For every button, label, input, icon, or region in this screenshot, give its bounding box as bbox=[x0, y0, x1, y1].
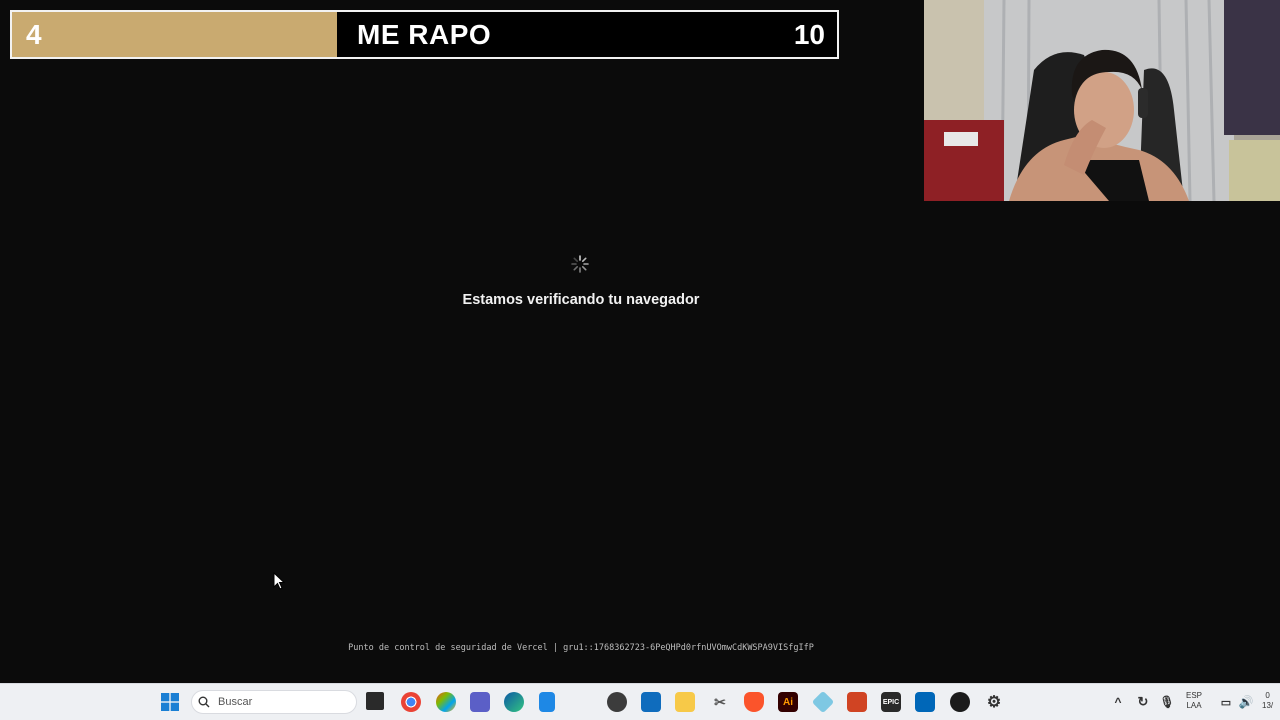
microsoft-store-icon[interactable] bbox=[915, 692, 935, 712]
chrome-icon[interactable] bbox=[401, 692, 421, 712]
copilot-icon[interactable] bbox=[436, 692, 456, 712]
obs-icon[interactable] bbox=[950, 692, 970, 712]
task-view-icon[interactable] bbox=[366, 692, 384, 710]
clock[interactable]: 0 13/ bbox=[1262, 691, 1273, 711]
loading-spinner-icon bbox=[571, 255, 589, 273]
windows-start-icon[interactable] bbox=[160, 692, 180, 712]
chevron-up-icon[interactable]: ^ bbox=[1108, 692, 1128, 712]
mouse-cursor-icon bbox=[273, 572, 285, 590]
teams-icon[interactable] bbox=[470, 692, 490, 712]
network-icon[interactable]: ▭ bbox=[1216, 692, 1236, 712]
search-input[interactable] bbox=[216, 695, 340, 709]
file-explorer-icon[interactable] bbox=[675, 692, 695, 712]
sync-icon[interactable]: ↻ bbox=[1133, 692, 1153, 712]
right-score: 10 bbox=[793, 18, 825, 50]
language-bottom: LAA bbox=[1186, 701, 1202, 710]
outlook-icon[interactable] bbox=[641, 692, 661, 712]
epic-games-icon[interactable]: EPIC bbox=[881, 692, 901, 712]
clock-time: 0 bbox=[1265, 691, 1270, 700]
score-overlay: 4 ME RAPO 10 bbox=[10, 10, 839, 59]
security-checkpoint-footer: Punto de control de seguridad de Vercel … bbox=[348, 643, 814, 653]
powerpoint-icon[interactable] bbox=[847, 692, 867, 712]
snipping-tool-icon[interactable]: ✂ bbox=[710, 692, 730, 712]
overlay-title: ME RAPO bbox=[357, 18, 492, 50]
volume-icon[interactable]: 🔊 bbox=[1236, 692, 1256, 712]
left-score: 4 bbox=[26, 18, 42, 50]
github-icon[interactable] bbox=[607, 692, 627, 712]
settings-gear-icon[interactable]: ⚙ bbox=[984, 692, 1004, 712]
verification-message: Estamos verificando tu navegador bbox=[462, 292, 700, 308]
clock-date: 13/ bbox=[1262, 701, 1274, 710]
illustrator-icon[interactable]: Ai bbox=[778, 692, 798, 712]
score-left-panel: 4 bbox=[12, 12, 337, 57]
notepad-icon[interactable] bbox=[539, 692, 555, 712]
language-indicator[interactable]: ESP LAA bbox=[1186, 691, 1202, 711]
search-icon bbox=[198, 696, 210, 708]
edge-icon[interactable] bbox=[504, 692, 524, 712]
brave-icon[interactable] bbox=[744, 692, 764, 712]
microphone-icon[interactable]: 🎙 bbox=[1157, 692, 1177, 712]
language-top: ESP bbox=[1186, 691, 1203, 700]
taskbar-search[interactable] bbox=[191, 690, 357, 714]
windows-taskbar: ✂ Ai EPIC ⚙ ^ ↻ 🎙 ESP LAA ▭ 🔊 0 13/ bbox=[0, 683, 1280, 720]
webcam-feed bbox=[924, 0, 1280, 201]
vpn-icon[interactable] bbox=[811, 690, 835, 714]
